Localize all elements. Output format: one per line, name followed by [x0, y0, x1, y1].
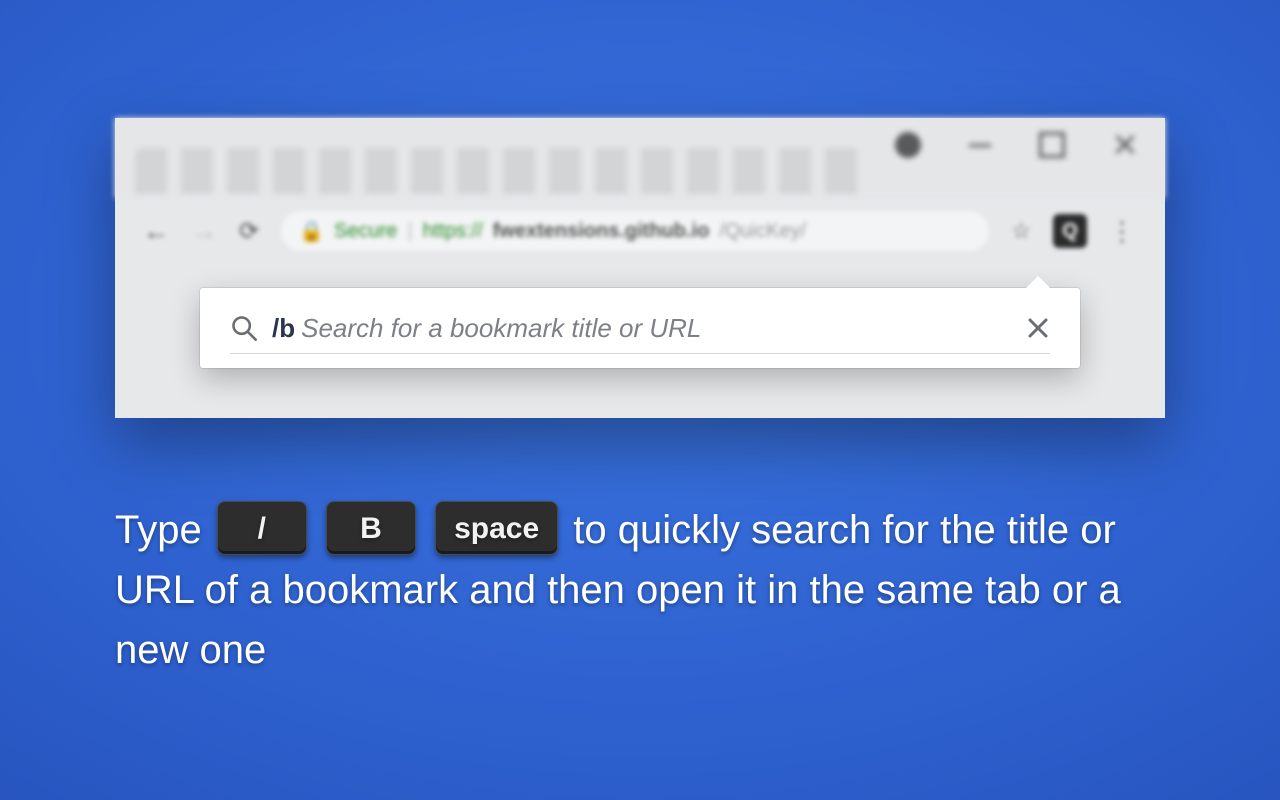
key-space: space [435, 501, 558, 555]
window-controls [895, 132, 1137, 158]
key-b: B [326, 501, 416, 555]
tab-strip [115, 118, 1165, 198]
maximize-icon[interactable] [1039, 132, 1065, 158]
toolbar: ← → ⟳ 🔒 Secure | https:// fwextensions.g… [115, 198, 1165, 264]
browser-menu-button[interactable]: ⋮ [1109, 216, 1137, 247]
reload-button[interactable]: ⟳ [239, 217, 259, 246]
search-prefix: /b [272, 313, 295, 344]
back-button[interactable]: ← [143, 216, 169, 247]
key-slash: / [217, 501, 307, 555]
search-icon [230, 314, 258, 342]
browser-window: ← → ⟳ 🔒 Secure | https:// fwextensions.g… [115, 118, 1165, 418]
url-host: fwextensions.github.io [493, 220, 710, 243]
lock-icon: 🔒 [299, 219, 324, 244]
caption-prefix: Type [115, 508, 213, 552]
minimize-icon[interactable] [969, 144, 991, 147]
url-path: /QuicKey/ [719, 220, 806, 243]
extension-badge-letter: Q [1062, 220, 1078, 243]
forward-button: → [191, 216, 217, 247]
bookmark-star-icon[interactable]: ☆ [1011, 218, 1031, 244]
address-bar[interactable]: 🔒 Secure | https:// fwextensions.github.… [281, 211, 989, 251]
search-input[interactable]: Search for a bookmark title or URL [301, 313, 1026, 344]
input-underline [230, 353, 1050, 354]
quickey-extension-button[interactable]: Q [1053, 214, 1087, 248]
profile-avatar-icon[interactable] [895, 132, 921, 158]
promo-caption: Type / B space to quickly search for the… [115, 500, 1165, 680]
quickey-search-popup: /b Search for a bookmark title or URL [200, 288, 1080, 368]
clear-icon[interactable] [1026, 316, 1050, 340]
url-scheme: https:// [423, 220, 483, 243]
close-icon[interactable] [1113, 133, 1137, 157]
secure-label: Secure [334, 220, 397, 243]
